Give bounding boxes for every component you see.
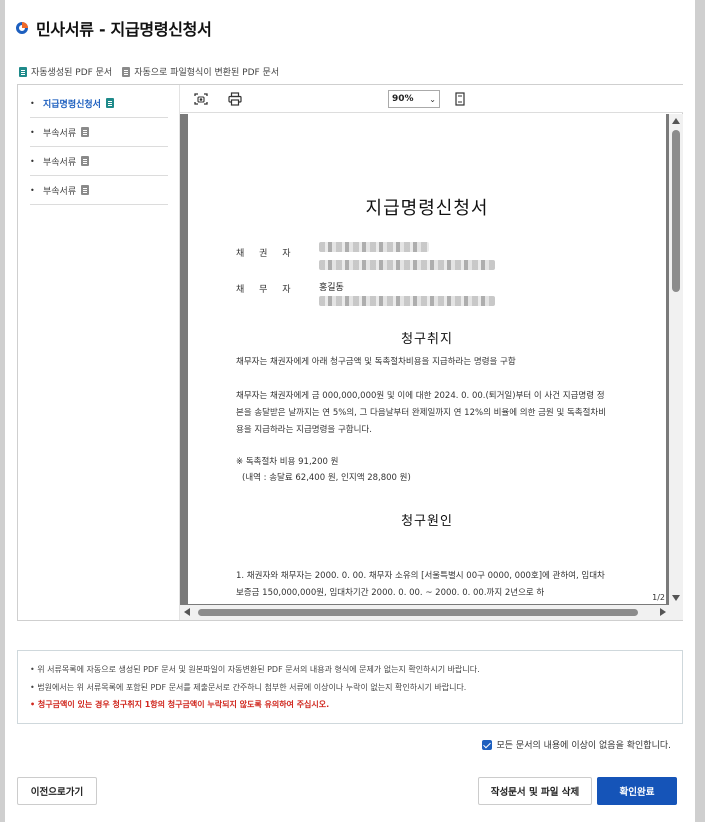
bullet: • [30,127,35,137]
title-bar: 민사서류 - 지급명령신청서 [16,16,212,40]
claim-summary: 채무자는 채권자에게 아래 청구금액 및 독촉절차비용을 지급하라는 명령을 구… [236,357,516,367]
bullet: • [30,98,35,108]
notice-text: 법원에서는 위 서류목록에 포함된 PDF 문서를 제출문서로 간주하니 첨부한… [37,682,467,692]
document-panel: • 지급명령신청서 • 부속서류 • 부속서류 • 부속서류 90% ⌄ 지급명… [17,84,683,621]
legend-converted-label: 자동으로 파일형식이 변환된 PDF 문서 [134,68,280,78]
confirm-row[interactable]: 모든 문서의 내용에 이상이 없음을 확인합니다. [481,738,672,751]
chevron-down-icon: ⌄ [429,94,436,104]
viewer-toolbar: 90% ⌄ [180,85,683,113]
claim-detail: 채무자는 채권자에게 금 000,000,000원 및 이에 대한 2024. … [236,391,607,435]
zoom-value: 90% [392,94,414,104]
legend-converted: 자동으로 파일형식이 변환된 PDF 문서 [122,65,279,78]
notice-text: 청구금액이 있는 경우 청구취지 1항의 청구금액이 누락되지 않도록 유의하여… [37,700,330,709]
sidebar-item-label: 부속서류 [43,128,77,139]
debtor-label: 채 무 자 [236,285,297,295]
creditor-label: 채 권 자 [236,249,297,259]
sidebar-item-label: 부속서류 [43,157,77,168]
notice-warning: • 청구금액이 있는 경우 청구취지 1항의 청구금액이 누락되지 않도록 유의… [30,700,330,709]
legend-auto-label: 자동생성된 PDF 문서 [31,68,113,78]
auto-pdf-icon [105,98,114,108]
dialog-window: 민사서류 - 지급명령신청서 자동생성된 PDF 문서 자동으로 파일형식이 변… [5,0,695,822]
cost-detail: (내역 : 송달료 62,400 원, 인지액 28,800 원) [242,473,411,483]
confirm-label: 모든 문서의 내용에 이상이 없음을 확인합니다. [496,741,672,751]
redacted-debtor-address [319,296,495,306]
delete-files-button[interactable]: 작성문서 및 파일 삭제 [478,777,592,805]
bullet: • [30,185,35,195]
horizontal-scroll-thumb[interactable] [198,609,638,616]
back-button[interactable]: 이전으로가기 [17,777,97,805]
snapshot-icon[interactable] [194,92,208,106]
sidebar-item-label: 지급명령신청서 [43,99,101,110]
doc-title: 지급명령신청서 [365,198,489,219]
cause-paragraph: 1. 채권자와 채무자는 2000. 0. 00. 채무자 소유의 [서울특별시… [236,571,605,598]
zoom-select[interactable]: 90% ⌄ [388,90,440,108]
sidebar-item-label: 부속서류 [43,186,77,197]
page-title: 민사서류 - 지급명령신청서 [36,20,212,39]
sidebar-item-attachment-3[interactable]: • 부속서류 [30,176,168,205]
converted-pdf-icon [81,156,90,166]
notice-line: • 위 서류목록에 자동으로 생성된 PDF 문서 및 원본파일이 자동변환된 … [30,665,480,674]
screen: 민사서류 - 지급명령신청서 자동생성된 PDF 문서 자동으로 파일형식이 변… [0,0,705,822]
page-indicator: 1/2 [652,593,665,602]
sidebar-item-attachment-1[interactable]: • 부속서류 [30,118,168,147]
sidebar-item-payment-order[interactable]: • 지급명령신청서 [30,89,168,118]
section-claim-purpose: 청구취지 [401,332,453,347]
section-claim-cause: 청구원인 [401,514,453,529]
scroll-right-icon[interactable] [660,608,666,616]
legend: 자동생성된 PDF 문서 자동으로 파일형식이 변환된 PDF 문서 [19,65,279,78]
notice-line: • 법원에서는 위 서류목록에 포함된 PDF 문서를 제출문서로 간주하니 첨… [30,682,467,692]
horizontal-scrollbar[interactable] [180,605,683,620]
notice-text: 위 서류목록에 자동으로 생성된 PDF 문서 및 원본파일이 자동변환된 PD… [37,665,480,674]
sidebar-item-attachment-2[interactable]: • 부속서류 [30,147,168,176]
redacted-creditor-address [319,260,495,270]
scroll-down-icon[interactable] [672,595,680,601]
cost-line: ※ 독촉절차 비용 91,200 원 [236,457,339,467]
debtor-name: 홍길동 [319,283,344,293]
redacted-creditor-name [319,242,429,252]
bullet: • [30,156,35,166]
converted-pdf-icon [81,185,90,195]
vertical-scroll-thumb[interactable] [672,130,680,292]
converted-pdf-icon [122,66,131,77]
confirm-complete-button[interactable]: 확인완료 [597,777,677,805]
print-icon[interactable] [228,92,242,106]
scroll-up-icon[interactable] [672,118,680,124]
legend-auto: 자동생성된 PDF 문서 [19,65,112,78]
pdf-page: 지급명령신청서 채 권 자 채 무 자 홍길동 청구취지 채무자는 채권자에게 … [188,114,666,604]
document-list: • 지급명령신청서 • 부속서류 • 부속서류 • 부속서류 [18,85,180,620]
pdf-viewer: 90% ⌄ 지급명령신청서 채 권 자 채 무 자 홍길동 청구취지 채무자는 … [180,85,683,620]
scroll-left-icon[interactable] [184,608,190,616]
vertical-scrollbar[interactable] [669,114,683,605]
notice-box: • 위 서류목록에 자동으로 생성된 PDF 문서 및 원본파일이 자동변환된 … [17,650,683,724]
fit-page-icon[interactable] [453,92,467,106]
confirm-checkbox[interactable] [481,739,492,750]
court-logo-icon [16,22,28,34]
converted-pdf-icon [81,127,90,137]
pdf-canvas[interactable]: 지급명령신청서 채 권 자 채 무 자 홍길동 청구취지 채무자는 채권자에게 … [180,114,683,620]
auto-pdf-icon [19,66,27,77]
